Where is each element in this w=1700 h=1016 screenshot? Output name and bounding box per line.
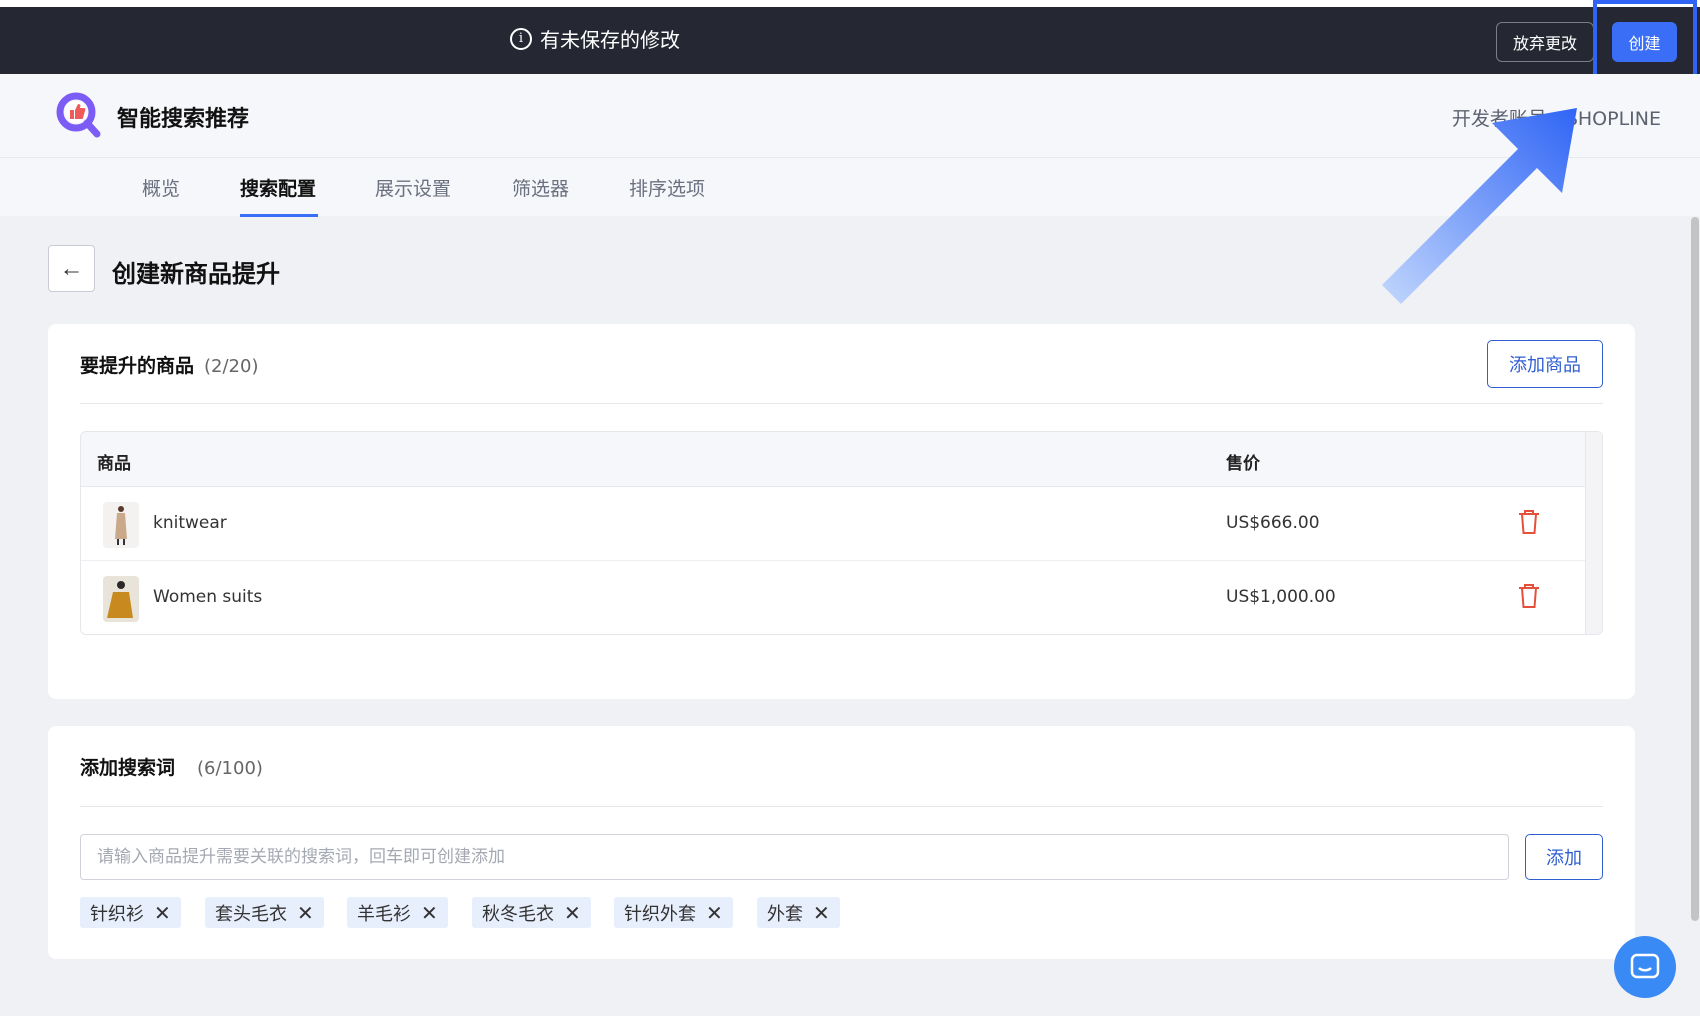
close-icon[interactable]: ✕ xyxy=(564,901,581,925)
active-tab-indicator xyxy=(240,214,318,217)
tag-label: 羊毛衫 xyxy=(357,903,411,925)
search-keyword-input[interactable] xyxy=(80,834,1509,880)
app-logo-icon xyxy=(56,92,101,138)
back-arrow-button[interactable]: ← xyxy=(48,245,95,292)
keywords-title-text: 添加搜索词 xyxy=(80,757,176,779)
close-icon[interactable]: ✕ xyxy=(421,901,438,925)
unsaved-notice: i 有未保存的修改 xyxy=(510,24,680,53)
keyword-tag: 针织衫 ✕ xyxy=(80,897,181,928)
tag-label: 针织衫 xyxy=(90,903,144,925)
close-icon[interactable]: ✕ xyxy=(706,901,723,925)
divider xyxy=(80,403,1603,404)
unsaved-text: 有未保存的修改 xyxy=(540,28,680,52)
tab-display-settings[interactable]: 展示设置 xyxy=(375,174,451,201)
product-thumbnail-knitwear xyxy=(103,502,139,548)
add-keyword-button[interactable]: 添加 xyxy=(1525,834,1603,880)
product-price: US$1,000.00 xyxy=(1226,587,1336,607)
keywords-count: (6/100) xyxy=(197,758,263,779)
products-count: (2/20) xyxy=(204,356,259,377)
chat-icon xyxy=(1630,953,1660,979)
products-table: 商品 售价 knitwear US$666.00 Women suits US$… xyxy=(80,431,1603,635)
delete-trash-icon[interactable] xyxy=(1517,509,1541,535)
keywords-card-title: 添加搜索词 (6/100) xyxy=(80,753,263,780)
table-row: knitwear US$666.00 xyxy=(81,487,1602,561)
tag-label: 套头毛衣 xyxy=(215,903,287,925)
tag-label: 针织外套 xyxy=(624,903,696,925)
delete-trash-icon[interactable] xyxy=(1517,583,1541,609)
close-icon[interactable]: ✕ xyxy=(813,901,830,925)
tab-sort-options[interactable]: 排序选项 xyxy=(629,174,705,201)
tab-search-config[interactable]: 搜索配置 xyxy=(240,174,316,201)
top-strip xyxy=(0,0,1700,7)
keyword-tag: 套头毛衣 ✕ xyxy=(205,897,324,928)
page-title: 创建新商品提升 xyxy=(112,260,280,288)
close-icon[interactable]: ✕ xyxy=(297,901,314,925)
tab-filters[interactable]: 筛选器 xyxy=(512,174,569,201)
tag-label: 秋冬毛衣 xyxy=(482,903,554,925)
products-card-title: 要提升的商品 (2/20) xyxy=(80,351,258,378)
divider xyxy=(80,806,1603,807)
product-price: US$666.00 xyxy=(1226,513,1320,533)
close-icon[interactable]: ✕ xyxy=(154,901,171,925)
tag-label: 外套 xyxy=(767,903,803,925)
info-icon: i xyxy=(510,27,532,50)
keyword-tag: 针织外套 ✕ xyxy=(614,897,733,928)
table-header: 商品 售价 xyxy=(81,432,1602,487)
pointer-arrow-icon xyxy=(1382,108,1577,304)
keyword-tag: 外套 ✕ xyxy=(757,897,840,928)
unsaved-changes-bar xyxy=(0,7,1700,74)
table-scrollbar[interactable] xyxy=(1585,432,1602,634)
table-row: Women suits US$1,000.00 xyxy=(81,561,1602,634)
highlight-box xyxy=(1593,0,1697,82)
keyword-tag: 羊毛衫 ✕ xyxy=(347,897,448,928)
app-title: 智能搜索推荐 xyxy=(117,107,250,132)
product-name: knitwear xyxy=(153,513,227,533)
product-name: Women suits xyxy=(153,587,263,607)
product-thumbnail-women-suits xyxy=(103,576,139,622)
keyword-tag: 秋冬毛衣 ✕ xyxy=(472,897,591,928)
tab-overview[interactable]: 概览 xyxy=(142,174,180,201)
chat-button[interactable] xyxy=(1614,936,1676,998)
discard-changes-button[interactable]: 放弃更改 xyxy=(1496,22,1594,62)
page-scrollbar[interactable] xyxy=(1691,217,1699,921)
add-product-button[interactable]: 添加商品 xyxy=(1487,340,1603,388)
column-header-product: 商品 xyxy=(97,454,131,474)
products-title-text: 要提升的商品 xyxy=(80,355,195,377)
column-header-price: 售价 xyxy=(1226,454,1260,474)
